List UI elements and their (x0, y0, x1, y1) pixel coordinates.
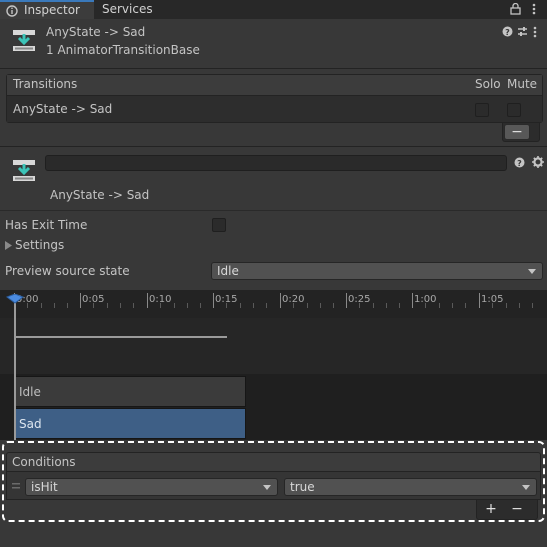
transitions-header (7, 75, 542, 96)
transition-name-input[interactable] (45, 155, 507, 171)
timeline-minor-tick (133, 303, 135, 308)
timeline-tick (213, 293, 214, 308)
preview-source-dropdown[interactable]: Idle (211, 262, 543, 280)
timeline-minor-tick (492, 303, 494, 308)
timeline-track-sad[interactable]: Sad (14, 408, 246, 439)
track-label: Idle (19, 385, 41, 399)
playhead-marker-icon[interactable] (6, 294, 24, 304)
settings-foldout-label[interactable]: Settings (15, 238, 64, 252)
timeline-minor-tick (372, 303, 374, 308)
more-options-icon[interactable] (532, 3, 536, 15)
timeline-minor-tick (319, 303, 321, 308)
timeline-tick (346, 293, 347, 308)
playhead-line[interactable] (14, 300, 16, 440)
timeline-tick (147, 293, 148, 308)
timeline-minor-tick (532, 303, 534, 308)
timeline-minor-tick (385, 303, 387, 308)
preview-source-label: Preview source state (5, 264, 130, 278)
divider (0, 146, 547, 147)
tab-inspector[interactable]: Inspector (0, 0, 94, 19)
timeline-minor-tick (200, 303, 202, 308)
transitions-title: Transitions (13, 77, 78, 91)
timeline-minor-tick (438, 303, 440, 308)
timeline-track-idle[interactable]: Idle (14, 376, 246, 407)
timeline-tick (280, 293, 281, 308)
chevron-down-icon (522, 485, 530, 490)
preview-source-value: Idle (217, 264, 239, 278)
chevron-down-icon (528, 269, 536, 274)
help-icon[interactable]: ? (502, 26, 513, 37)
timeline-minor-tick (40, 303, 42, 308)
timeline-minor-tick (160, 303, 162, 308)
help-icon[interactable]: ? (514, 157, 525, 168)
track-label: Sad (19, 417, 42, 431)
condition-value-dropdown[interactable]: true (284, 478, 537, 496)
divider (0, 68, 547, 69)
timeline-minor-tick (173, 303, 175, 308)
condition-parameter-value: isHit (31, 480, 58, 494)
tab-inspector-label: Inspector (24, 3, 80, 17)
timeline-minor-tick (119, 303, 121, 308)
svg-text:?: ? (505, 28, 510, 37)
timeline-minor-tick (252, 303, 254, 308)
header-subtitle: 1 AnimatorTransitionBase (46, 43, 200, 57)
timeline-minor-tick (465, 303, 467, 308)
timeline-minor-tick (239, 303, 241, 308)
tab-services-label: Services (102, 2, 153, 16)
timeline-minor-tick (505, 303, 507, 308)
solo-column-label: Solo (475, 77, 501, 91)
svg-text:?: ? (517, 159, 522, 168)
add-condition-button[interactable]: + (479, 502, 503, 518)
header-title: AnyState -> Sad (46, 25, 146, 39)
timeline-minor-tick (306, 303, 308, 308)
mute-toggle[interactable] (507, 103, 521, 117)
condition-parameter-dropdown[interactable]: isHit (25, 478, 278, 496)
has-exit-time-toggle[interactable] (212, 218, 226, 232)
tab-services[interactable]: Services (94, 0, 164, 19)
has-exit-time-label: Has Exit Time (5, 218, 88, 232)
remove-condition-button[interactable]: − (505, 502, 529, 518)
timeline-minor-tick (67, 303, 69, 308)
timeline-curve-area (0, 318, 547, 374)
transition-label: AnyState -> Sad (50, 188, 150, 202)
remove-transition-button[interactable]: − (504, 124, 530, 140)
timeline-minor-tick (186, 303, 188, 308)
condition-value: true (290, 480, 315, 494)
timeline-minor-tick (359, 303, 361, 308)
timeline-minor-tick (266, 303, 268, 308)
conditions-header (6, 452, 541, 472)
transition-row-label: AnyState -> Sad (13, 102, 113, 116)
solo-toggle[interactable] (475, 103, 489, 117)
mute-column-label: Mute (507, 77, 538, 91)
preset-icon[interactable] (517, 26, 528, 37)
chevron-down-icon (263, 485, 271, 490)
conditions-title: Conditions (12, 455, 76, 469)
timeline-minor-tick (106, 303, 108, 308)
timeline-tick (479, 293, 480, 308)
timeline-tick (80, 293, 81, 308)
divider (0, 210, 547, 211)
component-menu-icon[interactable] (533, 26, 537, 38)
transition-duration-bar[interactable] (14, 336, 227, 338)
timeline-minor-tick (451, 303, 453, 308)
animator-transition-icon (13, 30, 35, 51)
timeline-tick (412, 293, 413, 308)
info-icon (6, 5, 18, 17)
timeline-minor-tick (27, 303, 29, 308)
timeline-minor-tick (518, 303, 520, 308)
timeline-minor-tick (425, 303, 427, 308)
gear-icon[interactable] (532, 156, 544, 168)
timeline-minor-tick (293, 303, 295, 308)
lock-icon[interactable] (510, 3, 521, 15)
timeline-minor-tick (399, 303, 401, 308)
timeline-minor-tick (333, 303, 335, 308)
foldout-arrow-icon[interactable] (5, 241, 12, 250)
transition-icon (13, 160, 35, 181)
timeline-minor-tick (93, 303, 95, 308)
timeline-minor-tick (226, 303, 228, 308)
drag-handle-icon[interactable] (12, 483, 20, 489)
timeline-minor-tick (53, 303, 55, 308)
